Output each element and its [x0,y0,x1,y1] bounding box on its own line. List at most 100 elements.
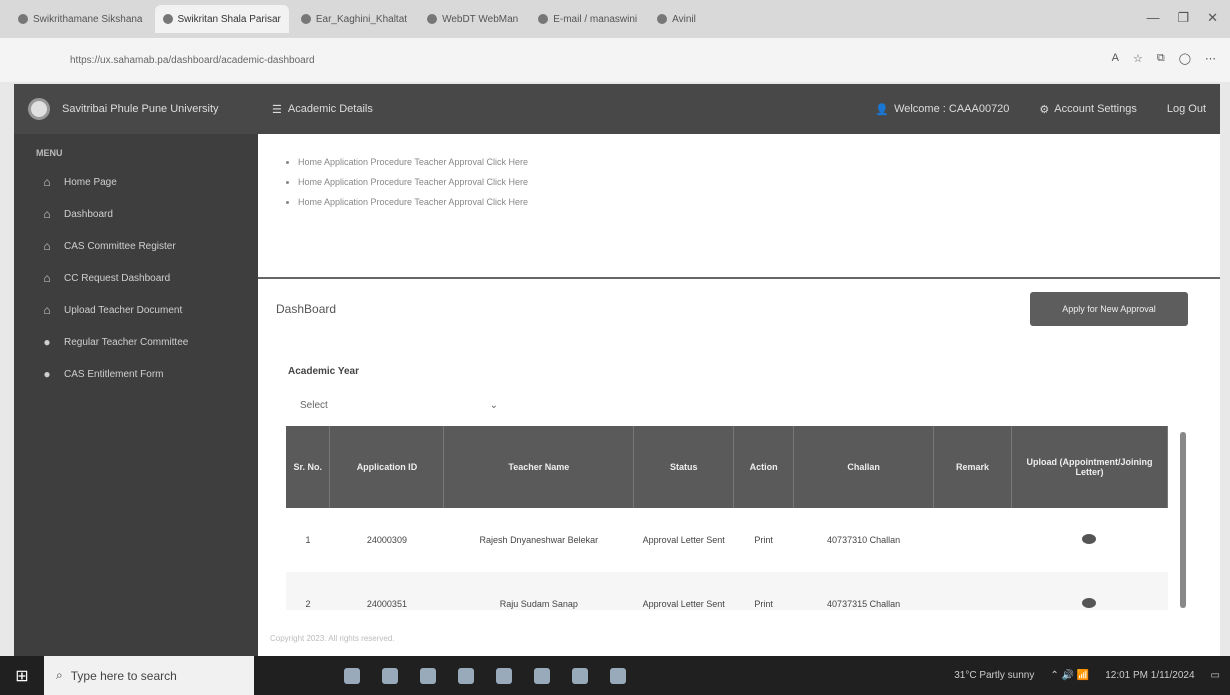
home-icon: ⌂ [43,239,51,253]
home-icon: ⌂ [43,303,51,317]
col-header: Upload (Appointment/Joining Letter) [1011,426,1168,508]
sidebar-item-cc-request[interactable]: ⌂ CC Request Dashboard [14,262,258,294]
sidebar: MENU ⌂ Home Page ⌂ Dashboard ⌂ CAS Committe… [14,134,258,656]
cell-remark [933,572,1012,610]
table-row: 1 24000309 Rajesh Dnyaneshwar Belekar Ap… [286,508,1168,572]
chrome-icon[interactable] [496,667,512,684]
taskbar-search-placeholder: Type here to search [70,668,177,683]
eye-icon[interactable] [1082,534,1097,544]
footer-text: Copyright 2023. All rights reserved. [270,634,395,643]
challan-link[interactable]: 40737315 Challan [793,572,934,610]
maximize-button[interactable]: ❐ [1177,10,1189,26]
menu-toggle[interactable]: ☰ Academic Details [272,103,373,116]
weather-widget[interactable]: 31°C Partly sunny [954,670,1034,681]
favorite-icon[interactable]: ☆ [1133,52,1143,65]
cell-sr: 2 [286,572,330,610]
eye-icon[interactable] [1082,598,1097,608]
sidebar-item-home[interactable]: ⌂ Home Page [14,166,258,198]
table-scrollbar[interactable] [1180,432,1186,608]
notification-icon[interactable]: ▭ [1211,670,1220,681]
notice-link[interactable]: Home Application Procedure Teacher Appro… [298,192,1203,212]
user-welcome[interactable]: 👤 Welcome : CAAA00720 [875,103,1009,116]
search-icon: ⌕ [56,668,63,682]
extensions-icon[interactable]: ⧉ [1157,52,1165,65]
read-aloud-icon[interactable]: A [1112,52,1119,65]
profile-icon[interactable]: ◯ [1179,52,1191,65]
sidebar-item-regular-teacher[interactable]: ● Regular Teacher Committee [14,326,258,358]
user-icon: 👤 [875,103,890,116]
url-field[interactable]: https://ux.sahamab.pa/dashboard/academic… [70,55,315,66]
chevron-down-icon: ⌄ [489,399,498,411]
close-button[interactable]: ✕ [1207,10,1218,26]
browser-tab[interactable]: Swikrithamane Sikshana [10,5,151,33]
print-link[interactable]: Print [734,508,794,572]
challan-link[interactable]: 40737310 Challan [794,508,934,572]
browser-tab[interactable]: E-mail / manaswini [530,5,645,33]
clock[interactable]: 12:01 PM 1/11/2024 [1105,670,1194,681]
col-header: Teacher Name [443,426,635,508]
sidebar-item-cas-committee[interactable]: ⌂ CAS Committee Register [14,230,258,262]
col-header: Action [733,426,795,508]
col-header: Application ID [329,426,445,508]
notice-link[interactable]: Home Application Procedure Teacher Appro… [298,172,1203,192]
logout-link[interactable]: Log Out [1167,103,1206,115]
apply-new-approval-button[interactable]: Apply for New Approval [1030,292,1188,326]
windows-start-button[interactable]: ⊞ [0,656,44,695]
circle-icon: ● [43,335,51,349]
tab-favicon-icon [18,14,28,24]
file-explorer-icon[interactable] [420,667,436,684]
task-view-icon[interactable] [344,667,360,684]
more-icon[interactable]: ⋯ [1205,52,1216,65]
menu-toggle-label: Academic Details [287,103,373,115]
academic-year-label: Academic Year [288,366,359,377]
taskbar-search[interactable]: ⌕ Type here to search [44,656,254,695]
account-settings-link[interactable]: ⚙ Account Settings [1039,103,1136,116]
cell-teacher-name: Raju Sudam Sanap [443,572,634,610]
gear-icon: ⚙ [1039,103,1050,116]
minimize-button[interactable]: — [1146,10,1159,26]
taskbar-app-icons [344,667,626,684]
tab-favicon-icon [162,14,173,24]
cell-status: Approval Letter Sent [642,535,725,545]
cell-app-id: 24000309 [366,535,407,545]
sidebar-item-dashboard[interactable]: ⌂ Dashboard [14,198,258,230]
sidebar-item-upload-document[interactable]: ⌂ Upload Teacher Document [14,294,258,326]
browser-tab-strip: Swikrithamane Sikshana Swikritan Shala P… [0,0,1230,38]
col-header: Sr. No. [286,426,331,508]
tray-icons[interactable]: ⌃ 🔊 📶 [1050,670,1089,681]
windows-taskbar: ⊞ ⌕ Type here to search 31°C Partly sunn… [0,656,1230,695]
window-controls: — ❐ ✕ [1146,10,1218,26]
hamburger-icon: ☰ [272,103,282,116]
cell-upload [1011,572,1168,610]
tab-favicon-icon [657,14,668,24]
browser-tab-active[interactable]: Swikritan Shala Parisar [154,5,289,33]
cell-app-id: 24000351 [329,572,444,610]
brand-title: Savitribai Phule Pune University [62,103,219,115]
edge-icon[interactable] [382,667,398,684]
tab-favicon-icon [300,14,311,24]
app-icon[interactable] [610,667,626,684]
system-tray: 31°C Partly sunny ⌃ 🔊 📶 12:01 PM 1/11/20… [954,656,1220,695]
col-header: Status [633,426,735,508]
app-icon[interactable] [572,667,588,684]
scrollbar-thumb[interactable] [1180,432,1186,608]
app-icon[interactable] [534,667,550,684]
home-icon: ⌂ [43,175,51,189]
tab-favicon-icon [427,14,438,24]
store-icon[interactable] [458,667,474,684]
academic-year-select[interactable]: Select ⌄ [294,394,504,416]
main-content: Home Application Procedure Teacher Appro… [258,134,1220,656]
applications-table-wrapper: Sr. No. Application ID Teacher Name Stat… [286,426,1168,610]
browser-tab[interactable]: WebDT WebMan [419,5,526,33]
print-link[interactable]: Print [733,572,794,610]
tab-favicon-icon [538,14,549,24]
cell-remark [934,508,1012,572]
browser-tab[interactable]: Ear_Kaghini_Khaltat [293,5,415,33]
browser-tab[interactable]: Avinil [649,5,704,33]
notice-link[interactable]: Home Application Procedure Teacher Appro… [298,152,1203,172]
page-title: DashBoard [276,302,337,316]
university-logo [28,98,50,120]
sidebar-item-cas-entitlement[interactable]: ● CAS Entitlement Form [14,358,258,390]
cell-teacher-name: Rajesh Dnyaneshwar Belekar [479,535,599,545]
cell-sr: 1 [305,535,311,545]
